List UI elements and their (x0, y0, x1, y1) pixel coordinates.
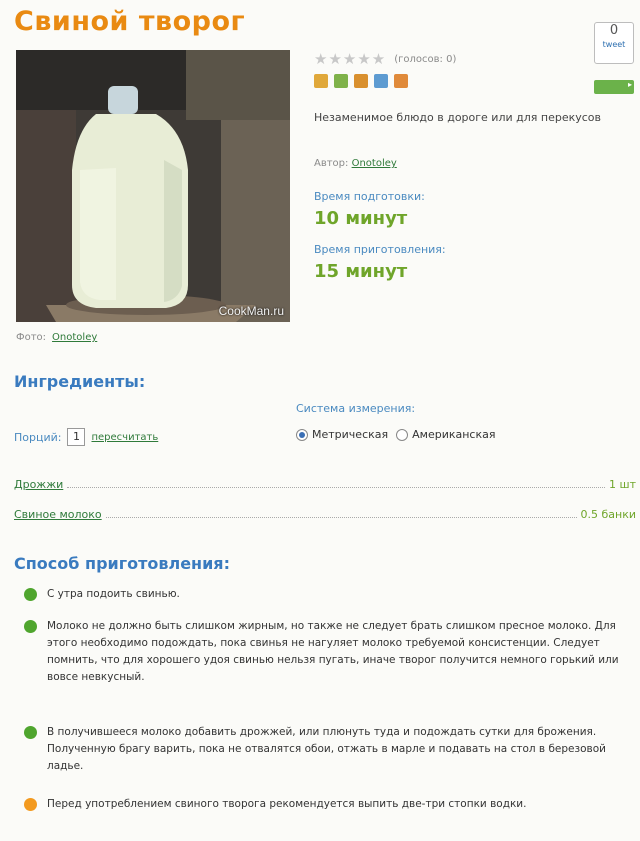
print-icon[interactable] (314, 74, 328, 88)
step-bullet-icon (24, 620, 37, 633)
tweet-button[interactable]: ▸ (594, 80, 634, 94)
prep-time-label: Время подготовки: (314, 190, 425, 203)
recalculate-link[interactable]: пересчитать (91, 432, 158, 443)
recipe-description: Незаменимое блюдо в дороге или для перек… (314, 111, 602, 124)
ingredient-qty: 0.5 банки (580, 508, 637, 521)
tweet-count: 0 (609, 23, 619, 38)
ingredient-name[interactable]: Свиное молоко (14, 508, 102, 521)
author-link[interactable]: Onotoley (352, 158, 397, 169)
step-bullet-icon (24, 798, 37, 811)
action-icons (314, 74, 408, 88)
page-title: Свиной творог (14, 6, 246, 37)
portions-label: Порций: (14, 430, 62, 444)
photo-image (16, 50, 290, 322)
ingredient-row: Дрожжи 1 шт (14, 478, 636, 491)
method-step: В получившееся молоко добавить дрожжей, … (24, 724, 624, 775)
step-bullet-icon (24, 588, 37, 601)
step-text: С утра подоить свинью. (47, 588, 180, 600)
method-step: Молоко не должно быть слишком жирным, но… (24, 618, 624, 686)
email-icon[interactable] (374, 74, 388, 88)
rating-votes: (голосов: 0) (394, 53, 457, 65)
photo-credit: Фото: Onotoley (16, 332, 97, 343)
share-icon[interactable] (394, 74, 408, 88)
ingredient-name[interactable]: Дрожжи (14, 478, 63, 491)
basket-icon[interactable] (354, 74, 368, 88)
dotted-leader (67, 487, 606, 488)
prep-time-value: 10 минут (314, 208, 408, 229)
photo-credit-label: Фото: (16, 332, 47, 343)
cook-time-label: Время приготовления: (314, 243, 446, 256)
metric-radio[interactable] (296, 428, 308, 441)
step-bullet-icon (24, 726, 37, 739)
recipe-photo[interactable]: CookMan.ru (16, 50, 290, 322)
step-text: Перед употреблением свиного творога реко… (47, 798, 527, 810)
portions-control: Порций: 1 пересчитать (14, 428, 158, 446)
photo-watermark: CookMan.ru (218, 304, 284, 318)
rating-stars[interactable]: ★★★★★ (314, 50, 386, 68)
step-text: Молоко не должно быть слишком жирным, но… (47, 620, 619, 683)
cook-time-value: 15 минут (314, 261, 408, 282)
dotted-leader (105, 517, 577, 518)
method-step: С утра подоить свинью. (24, 586, 624, 603)
metric-label: Метрическая (312, 428, 389, 441)
share-widget: 0 tweet ▸ (594, 22, 636, 94)
step-text: В получившееся молоко добавить дрожжей, … (47, 726, 606, 772)
method-heading: Способ приготовления: (14, 554, 230, 573)
tweet-label: tweet (602, 40, 626, 49)
author: Автор: Onotoley (314, 158, 397, 169)
save-icon[interactable] (334, 74, 348, 88)
tweet-counter[interactable]: 0 tweet (594, 22, 634, 64)
measure-system: Метрическая Американская (296, 428, 495, 441)
ingredients-heading: Ингредиенты: (14, 372, 146, 391)
american-radio[interactable] (396, 428, 409, 441)
american-label: Американская (412, 428, 496, 441)
measure-system-label: Система измерения: (296, 402, 416, 415)
rating: ★★★★★ (голосов: 0) (314, 50, 456, 68)
ingredient-row: Свиное молоко 0.5 банки (14, 508, 636, 521)
photo-credit-link[interactable]: Onotoley (52, 332, 97, 343)
author-label: Автор: (314, 158, 349, 169)
method-step: Перед употреблением свиного творога реко… (24, 796, 624, 813)
portions-input[interactable]: 1 (67, 428, 86, 446)
ingredient-qty: 1 шт (609, 478, 636, 491)
